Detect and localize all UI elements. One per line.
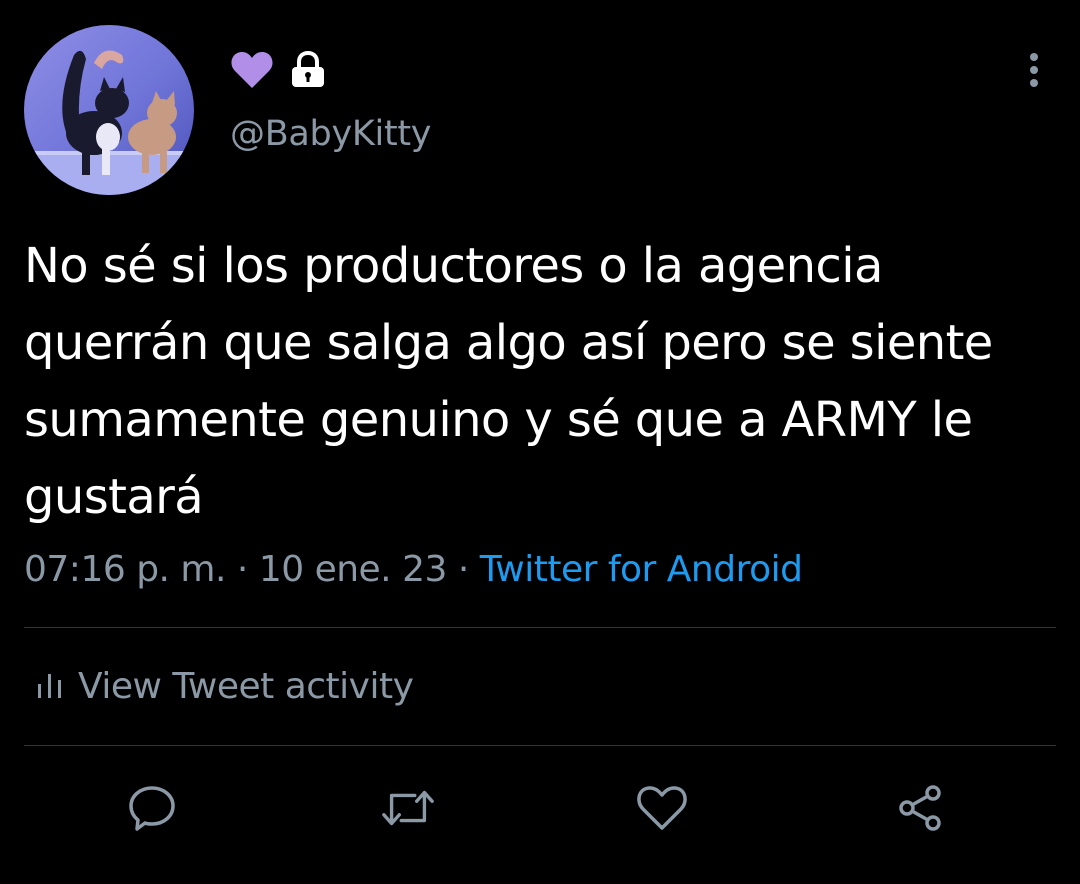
purple-heart-icon — [230, 50, 274, 90]
lock-icon — [290, 51, 326, 89]
meta-separator: · — [236, 549, 248, 590]
like-button[interactable] — [634, 780, 690, 836]
tweet-text: No sé si los productores o la agencia qu… — [24, 238, 993, 525]
view-tweet-activity-label: View Tweet activity — [78, 666, 414, 707]
user-handle[interactable]: @BabyKitty — [230, 112, 432, 156]
display-name — [230, 50, 326, 90]
avatar-image — [24, 25, 194, 195]
share-button[interactable] — [892, 780, 948, 836]
retweet-button[interactable] — [380, 780, 436, 836]
tweet-time: 07:16 p. m. — [24, 549, 226, 590]
divider — [24, 627, 1056, 628]
meta-separator: · — [457, 549, 469, 590]
retweet-icon — [382, 790, 434, 826]
tweet-metadata: 07:16 p. m. · 10 ene. 23 · Twitter for A… — [24, 546, 803, 594]
divider — [24, 745, 1056, 746]
reply-icon — [129, 786, 175, 831]
like-icon — [637, 786, 687, 830]
share-icon — [899, 785, 941, 831]
avatar[interactable] — [24, 25, 194, 195]
more-vertical-icon — [1030, 53, 1038, 87]
bar-chart-icon — [36, 670, 64, 704]
more-options-button[interactable] — [1012, 48, 1056, 92]
reply-button[interactable] — [124, 780, 180, 836]
view-tweet-activity-link[interactable]: View Tweet activity — [36, 663, 414, 711]
tweet-source-link[interactable]: Twitter for Android — [480, 549, 803, 590]
tweet-date: 10 ene. 23 — [258, 549, 448, 590]
